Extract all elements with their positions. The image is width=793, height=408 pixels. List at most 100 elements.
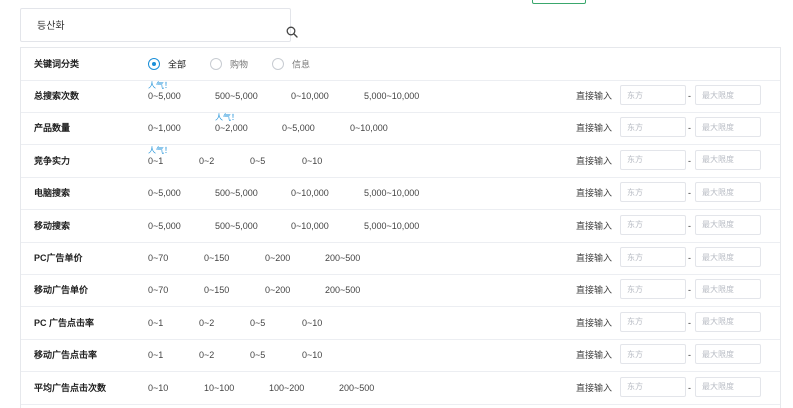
- filter-row: 产品数量 0~1,000 0~2,000 人气！ 0~5,000 0~10,000 直接输入…: [21, 112, 780, 146]
- range-option[interactable]: 5,000~10,000: [364, 177, 419, 209]
- range-option[interactable]: 0~5,000: [148, 210, 181, 242]
- max-value-input[interactable]: [695, 149, 761, 170]
- range-option[interactable]: 0~10: [302, 145, 322, 177]
- range-option[interactable]: 500~5,000: [215, 177, 258, 209]
- range-option[interactable]: 200~500: [325, 274, 360, 306]
- filter-row: 移动搜索 0~5,000 500~5,000 0~10,000 5,000~10,000…: [21, 210, 780, 243]
- range-option[interactable]: 0~5,000: [148, 177, 181, 209]
- range-option[interactable]: 0~10: [302, 307, 322, 339]
- range-option[interactable]: 0~10,000: [291, 177, 329, 209]
- min-value-input[interactable]: [620, 214, 686, 235]
- min-value-input[interactable]: [620, 279, 686, 300]
- range-option[interactable]: 0~1: [148, 307, 163, 339]
- range-option[interactable]: 0~70: [148, 242, 168, 274]
- range-option[interactable]: 0~10,000: [291, 210, 329, 242]
- filter-row-label: 总搜索次数: [34, 91, 80, 101]
- range-option[interactable]: 0~10: [148, 372, 168, 404]
- filter-row: PC 广告点击率 0~1 0~2 0~5 0~10 直接输入 -: [21, 307, 780, 340]
- category-radio-label: 全部: [168, 59, 187, 70]
- min-value-input[interactable]: [620, 344, 686, 365]
- range-option[interactable]: 0~5: [250, 339, 265, 371]
- direct-input-label: 直接输入: [576, 253, 613, 263]
- range-separator: -: [688, 155, 691, 166]
- direct-input-label: 直接输入: [576, 188, 613, 199]
- range-option[interactable]: 0~70: [148, 274, 168, 306]
- direct-input-label: 直接输入: [576, 350, 613, 361]
- hot-badge: 人气！: [148, 145, 172, 155]
- range-option[interactable]: 0~150: [204, 242, 229, 274]
- filter-table: 关键词分类 全部 购物 信息 总搜索次数 0~5,000 人气！ 500~5,000 0…: [20, 47, 781, 408]
- filter-row-label: 移动广告单价: [34, 285, 89, 296]
- filter-row-label: 电脑搜索: [34, 188, 71, 199]
- category-radio-label: 购物: [230, 59, 249, 70]
- range-separator: -: [688, 123, 691, 134]
- range-option[interactable]: 0~5: [250, 307, 265, 339]
- max-value-input[interactable]: [695, 182, 761, 203]
- hot-badge: 人气！: [148, 81, 172, 90]
- min-value-input[interactable]: [620, 247, 686, 267]
- range-option[interactable]: 5,000~10,000: [364, 80, 419, 112]
- range-option[interactable]: 500~5,000: [215, 80, 258, 112]
- max-value-input[interactable]: [695, 117, 761, 138]
- filter-row-label: 移动搜索: [34, 220, 71, 231]
- radio-unchecked-icon: [272, 57, 284, 70]
- range-separator: -: [688, 220, 691, 231]
- range-option[interactable]: 10~100: [204, 372, 234, 404]
- category-filter-label: 关键词分类: [34, 59, 80, 69]
- direct-input-label: 直接输入: [576, 285, 613, 296]
- range-separator: -: [688, 188, 691, 199]
- range-option[interactable]: 0~5: [250, 145, 265, 177]
- max-value-input[interactable]: [695, 311, 761, 332]
- category-radio-all[interactable]: 全部: [148, 48, 186, 80]
- range-option[interactable]: 200~500: [325, 242, 360, 274]
- max-value-input[interactable]: [695, 376, 761, 397]
- min-value-input[interactable]: [620, 149, 686, 170]
- range-option[interactable]: 100~200: [269, 372, 304, 404]
- range-option[interactable]: 0~2: [199, 339, 214, 371]
- range-option[interactable]: 0~150: [204, 274, 229, 306]
- min-value-input[interactable]: [620, 311, 686, 332]
- filter-row: PC广告单价 0~70 0~150 0~200 200~500 直接输入 -: [21, 242, 780, 275]
- filter-row-label: 产品数量: [34, 123, 71, 134]
- direct-input-label: 直接输入: [576, 155, 613, 166]
- max-value-input[interactable]: [695, 85, 761, 105]
- range-option[interactable]: 0~200: [265, 274, 290, 306]
- range-separator: -: [688, 253, 691, 263]
- filter-row: 竞争实力0~1人气！0~20~50~10直接输入-: [21, 145, 780, 178]
- range-option[interactable]: 500~5,000: [215, 210, 258, 242]
- min-value-input[interactable]: [620, 117, 686, 138]
- range-separator: -: [688, 91, 691, 101]
- filter-row-label: 移动广告点击率: [34, 350, 98, 361]
- range-option[interactable]: 5,000~10,000: [364, 210, 419, 242]
- min-value-input[interactable]: [620, 85, 686, 105]
- range-option[interactable]: 0~5,000: [282, 112, 315, 144]
- range-option[interactable]: 0~1,000: [148, 112, 181, 144]
- range-option[interactable]: 0~2: [199, 307, 214, 339]
- min-value-input[interactable]: [620, 182, 686, 203]
- direct-input-label: 直接输入: [576, 317, 613, 328]
- hot-badge: 人气！: [215, 113, 239, 123]
- range-option[interactable]: 0~200: [265, 242, 290, 274]
- filter-row-label: PC广告单价: [34, 253, 83, 263]
- filter-row: 电脑搜索 0~5,000 500~5,000 0~10,000 5,000~10,000…: [21, 177, 780, 211]
- range-option[interactable]: 0~2: [199, 145, 214, 177]
- search-input[interactable]: [21, 9, 267, 39]
- max-value-input[interactable]: [695, 247, 761, 267]
- category-radio-info[interactable]: 信息: [272, 48, 310, 80]
- range-option[interactable]: 200~500: [339, 372, 374, 404]
- range-separator: -: [688, 317, 691, 328]
- top-action-button[interactable]: [532, 0, 586, 4]
- range-separator: -: [688, 350, 691, 361]
- range-separator: -: [688, 382, 691, 393]
- max-value-input[interactable]: [695, 279, 761, 300]
- min-value-input[interactable]: [620, 376, 686, 397]
- range-option[interactable]: 0~10: [302, 339, 322, 371]
- range-option[interactable]: 0~1: [148, 339, 163, 371]
- search-icon[interactable]: [286, 26, 298, 38]
- category-radio-shopping[interactable]: 购物: [210, 48, 248, 80]
- max-value-input[interactable]: [695, 344, 761, 365]
- range-option[interactable]: 0~10,000: [291, 80, 329, 112]
- direct-input-label: 直接输入: [576, 123, 613, 134]
- max-value-input[interactable]: [695, 214, 761, 235]
- range-option[interactable]: 0~10,000: [350, 112, 388, 144]
